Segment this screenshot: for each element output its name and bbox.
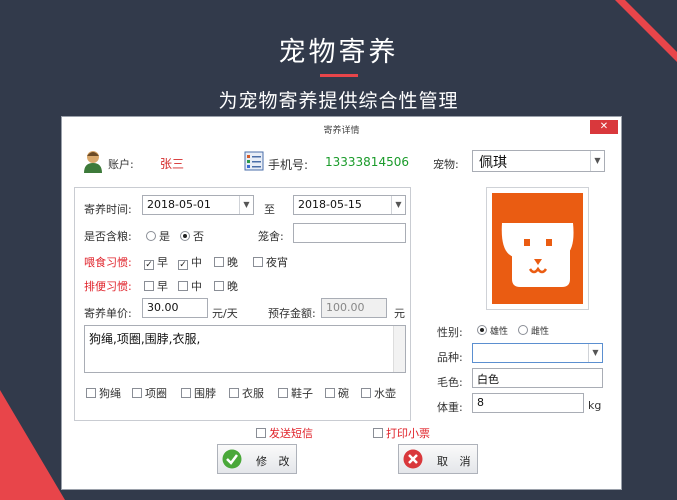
checkbox-icon: [373, 428, 383, 438]
checkbox-icon: [361, 388, 371, 398]
item-clothes-checkbox[interactable]: 衣服: [229, 385, 264, 401]
start-date-value: 2018-05-01: [147, 198, 211, 211]
excretion-morning-checkbox[interactable]: 早: [144, 278, 168, 294]
pet-select-value: 佩琪: [479, 155, 507, 171]
close-button[interactable]: ✕: [590, 120, 618, 134]
cage-input[interactable]: [293, 223, 406, 243]
price-label: 寄养单价:: [84, 307, 132, 320]
gender-female-radio[interactable]: 雌性: [518, 324, 549, 337]
close-icon: [403, 449, 423, 469]
hero-subtitle: 为宠物寄养提供综合性管理: [218, 90, 459, 112]
start-date-picker[interactable]: 2018-05-01 ▼: [142, 195, 254, 215]
price-input[interactable]: 30.00: [142, 298, 208, 318]
boarding-detail-dialog: 寄养详情 ✕ 账户: 张三 手机号: 13333814506 宠物: 佩琪 ▼ …: [61, 116, 622, 490]
contact-list-icon: [244, 151, 264, 171]
cancel-button[interactable]: 取 消: [398, 444, 478, 474]
weight-label: 体重:: [437, 401, 463, 414]
radio-icon: [518, 325, 528, 335]
phone-label: 手机号:: [268, 158, 309, 172]
account-label: 账户:: [108, 158, 134, 171]
weight-input[interactable]: 8: [472, 393, 584, 413]
end-date-value: 2018-05-15: [298, 198, 362, 211]
price-unit: 元/天: [212, 307, 238, 320]
modify-button[interactable]: 修 改: [217, 444, 297, 474]
memo-text: 狗绳,项圈,围脖,衣服,: [89, 332, 201, 346]
gender-male-radio[interactable]: 雄性: [477, 324, 508, 337]
end-date-picker[interactable]: 2018-05-15 ▼: [293, 195, 406, 215]
corner-decoration-bottom-left: [0, 390, 65, 500]
user-icon: [84, 151, 102, 173]
hero-divider: [320, 74, 358, 77]
dog-icon: [501, 223, 574, 287]
deposit-unit: 元: [394, 307, 405, 320]
item-shoes-checkbox[interactable]: 鞋子: [278, 385, 313, 401]
checkbox-icon: [214, 257, 224, 267]
chevron-down-icon[interactable]: ▼: [588, 344, 602, 362]
food-no-radio[interactable]: 否: [180, 228, 204, 244]
checkbox-icon: [325, 388, 335, 398]
hero-title: 宠物寄养: [278, 37, 399, 68]
items-memo[interactable]: 狗绳,项圈,围脖,衣服,: [84, 325, 406, 373]
item-bowl-checkbox[interactable]: 碗: [325, 385, 349, 401]
breed-label: 品种:: [437, 351, 463, 364]
checkbox-icon: [86, 388, 96, 398]
cancel-button-label: 取 消: [437, 455, 475, 468]
check-icon: ✓: [144, 260, 154, 270]
pet-label: 宠物:: [433, 158, 459, 171]
checkbox-icon: [253, 257, 263, 267]
memo-scrollbar[interactable]: [393, 326, 405, 372]
check-icon: ✓: [178, 260, 188, 270]
item-collar-checkbox[interactable]: 项圈: [132, 385, 167, 401]
checkbox-icon: [214, 281, 224, 291]
coat-input[interactable]: 白色: [472, 368, 603, 388]
food-yes-radio[interactable]: 是: [146, 228, 170, 244]
feeding-noon-checkbox[interactable]: ✓ 中: [178, 254, 202, 270]
checkbox-icon: [181, 388, 191, 398]
coat-label: 毛色:: [437, 376, 463, 389]
radio-icon: [146, 231, 156, 241]
checkbox-icon: [144, 281, 154, 291]
send-sms-checkbox[interactable]: 发送短信: [256, 425, 313, 441]
checkbox-icon: [132, 388, 142, 398]
item-leash-checkbox[interactable]: 狗绳: [86, 385, 121, 401]
checkbox-icon: [256, 428, 266, 438]
dialog-title: 寄养详情: [323, 126, 360, 136]
gender-label: 性别:: [437, 326, 463, 339]
chevron-down-icon[interactable]: ▼: [239, 196, 253, 214]
breed-select[interactable]: ▼: [472, 343, 603, 363]
excretion-noon-checkbox[interactable]: 中: [178, 278, 202, 294]
radio-selected-icon: [180, 231, 190, 241]
excretion-label: 排便习惯:: [84, 280, 132, 293]
checkbox-icon: [278, 388, 288, 398]
period-label: 寄养时间:: [84, 203, 132, 216]
pet-select[interactable]: 佩琪 ▼: [472, 150, 605, 172]
phone-value: 13333814506: [325, 155, 409, 169]
feeding-night-checkbox[interactable]: 夜宵: [253, 254, 288, 270]
chevron-down-icon[interactable]: ▼: [391, 196, 405, 214]
excretion-evening-checkbox[interactable]: 晚: [214, 278, 238, 294]
checkbox-icon: [178, 281, 188, 291]
modify-button-label: 修 改: [256, 455, 294, 468]
chevron-down-icon[interactable]: ▼: [590, 151, 604, 171]
deposit-label: 预存金额:: [268, 307, 316, 320]
food-label: 是否含粮:: [84, 230, 132, 243]
print-receipt-checkbox[interactable]: 打印小票: [373, 425, 430, 441]
item-scarf-checkbox[interactable]: 围脖: [181, 385, 216, 401]
feeding-label: 喂食习惯:: [84, 256, 132, 269]
weight-unit: kg: [588, 399, 602, 412]
feeding-morning-checkbox[interactable]: ✓ 早: [144, 254, 168, 270]
item-kettle-checkbox[interactable]: 水壶: [361, 385, 396, 401]
radio-selected-icon: [477, 325, 487, 335]
checkmark-icon: [222, 449, 242, 469]
deposit-input[interactable]: 100.00: [321, 298, 387, 318]
period-to-label: 至: [264, 203, 275, 216]
checkbox-icon: [229, 388, 239, 398]
pet-photo: [486, 187, 589, 310]
cage-label: 笼舍:: [258, 230, 284, 243]
pet-photo-background: [492, 193, 583, 304]
account-value: 张三: [160, 157, 185, 171]
feeding-evening-checkbox[interactable]: 晚: [214, 254, 238, 270]
